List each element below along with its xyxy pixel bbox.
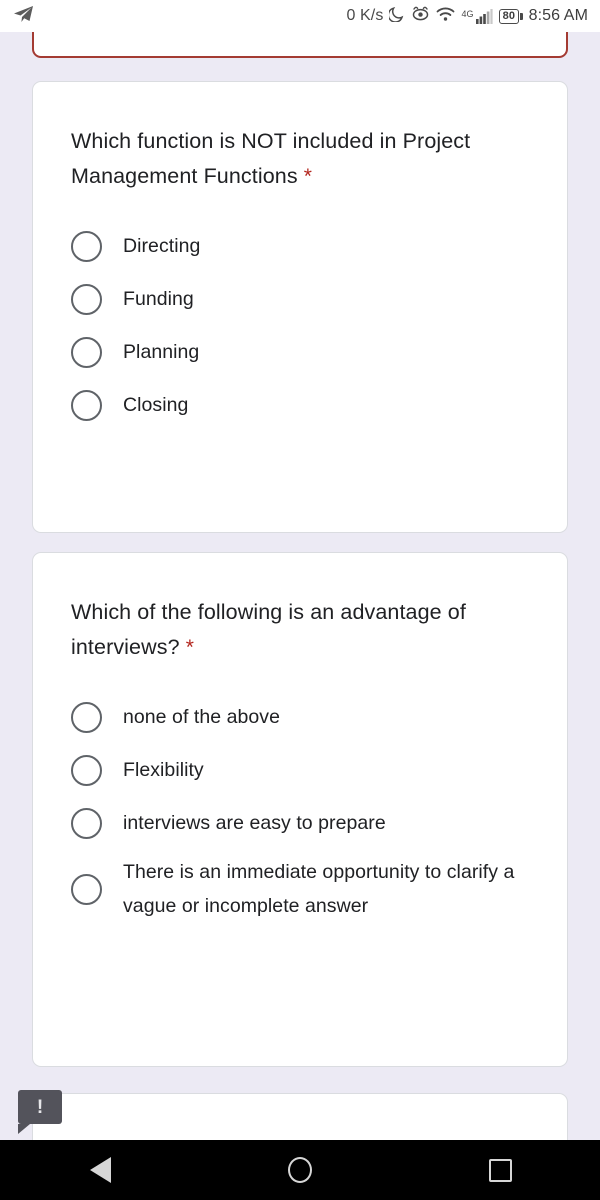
radio-button-icon[interactable] xyxy=(71,702,102,733)
option-label: Directing xyxy=(123,234,201,257)
error-tooltip-badge[interactable]: ! xyxy=(18,1090,62,1134)
question-title-1: Which function is NOT included in Projec… xyxy=(71,124,533,194)
option-list-2: none of the above Flexibility interviews… xyxy=(33,691,567,929)
battery-icon: 80 xyxy=(498,8,523,24)
battery-cap xyxy=(520,12,523,20)
option-label: Closing xyxy=(123,393,189,416)
form-scroll-area[interactable]: Which function is NOT included in Projec… xyxy=(0,32,600,1140)
wifi-icon xyxy=(436,6,455,27)
option-row[interactable]: Funding xyxy=(33,273,567,326)
question-card-1[interactable]: Which function is NOT included in Projec… xyxy=(32,81,568,533)
telegram-plane-icon xyxy=(12,4,34,29)
eye-care-icon xyxy=(411,5,430,27)
option-row[interactable]: There is an immediate opportunity to cla… xyxy=(33,850,567,929)
question-card-previous[interactable] xyxy=(32,32,568,58)
radio-button-icon[interactable] xyxy=(71,874,102,905)
radio-button-icon[interactable] xyxy=(71,284,102,315)
signal-4g-icon: 4G xyxy=(461,8,493,24)
required-asterisk-2: * xyxy=(185,636,195,659)
phone-screen: 0 K/s 4G 80 8:56 AM Which function is NO… xyxy=(0,0,600,1200)
required-asterisk-1: * xyxy=(303,165,313,188)
option-row[interactable]: Planning xyxy=(33,326,567,379)
status-bar-notifications xyxy=(12,4,34,29)
radio-button-icon[interactable] xyxy=(71,808,102,839)
recents-icon xyxy=(488,1158,512,1182)
error-bubble-tail xyxy=(18,1124,30,1134)
back-icon xyxy=(89,1157,111,1183)
status-bar-indicators: 0 K/s 4G 80 8:56 AM xyxy=(346,5,588,27)
option-list-1: Directing Funding Planning Closing xyxy=(33,220,567,432)
option-label: There is an immediate opportunity to cla… xyxy=(123,861,515,917)
signal-generation-label: 4G xyxy=(461,9,474,19)
android-navigation-bar xyxy=(0,1140,600,1200)
status-bar: 0 K/s 4G 80 8:56 AM xyxy=(0,0,600,32)
radio-button-icon[interactable] xyxy=(71,755,102,786)
moon-icon xyxy=(388,5,405,27)
option-row[interactable]: Closing xyxy=(33,379,567,432)
question-title-2: Which of the following is an advantage o… xyxy=(71,595,533,665)
option-label: Planning xyxy=(123,340,200,363)
question-card-2[interactable]: Which of the following is an advantage o… xyxy=(32,552,568,1067)
network-speed-label: 0 K/s xyxy=(346,7,384,24)
radio-button-icon[interactable] xyxy=(71,337,102,368)
nav-recents-button[interactable] xyxy=(455,1140,545,1200)
nav-back-button[interactable] xyxy=(55,1140,145,1200)
error-bubble: ! xyxy=(18,1090,62,1124)
radio-button-icon[interactable] xyxy=(71,231,102,262)
clock-label: 8:56 AM xyxy=(528,7,588,24)
option-row[interactable]: Flexibility xyxy=(33,744,567,797)
radio-button-icon[interactable] xyxy=(71,390,102,421)
nav-home-button[interactable] xyxy=(255,1140,345,1200)
option-label: interviews are easy to prepare xyxy=(123,811,386,834)
option-row[interactable]: none of the above xyxy=(33,691,567,744)
exclamation-icon: ! xyxy=(36,1096,44,1118)
battery-level-label: 80 xyxy=(502,9,516,22)
question-title-1-text: Which function is NOT included in Projec… xyxy=(71,129,471,188)
option-row[interactable]: Directing xyxy=(33,220,567,273)
question-title-2-text: Which of the following is an advantage o… xyxy=(71,600,466,659)
option-label: none of the above xyxy=(123,705,280,728)
option-label: Funding xyxy=(123,287,194,310)
home-icon xyxy=(288,1157,312,1183)
question-card-next[interactable] xyxy=(32,1093,568,1140)
battery-body: 80 xyxy=(498,8,520,24)
option-row[interactable]: interviews are easy to prepare xyxy=(33,797,567,850)
option-label: Flexibility xyxy=(123,758,204,781)
